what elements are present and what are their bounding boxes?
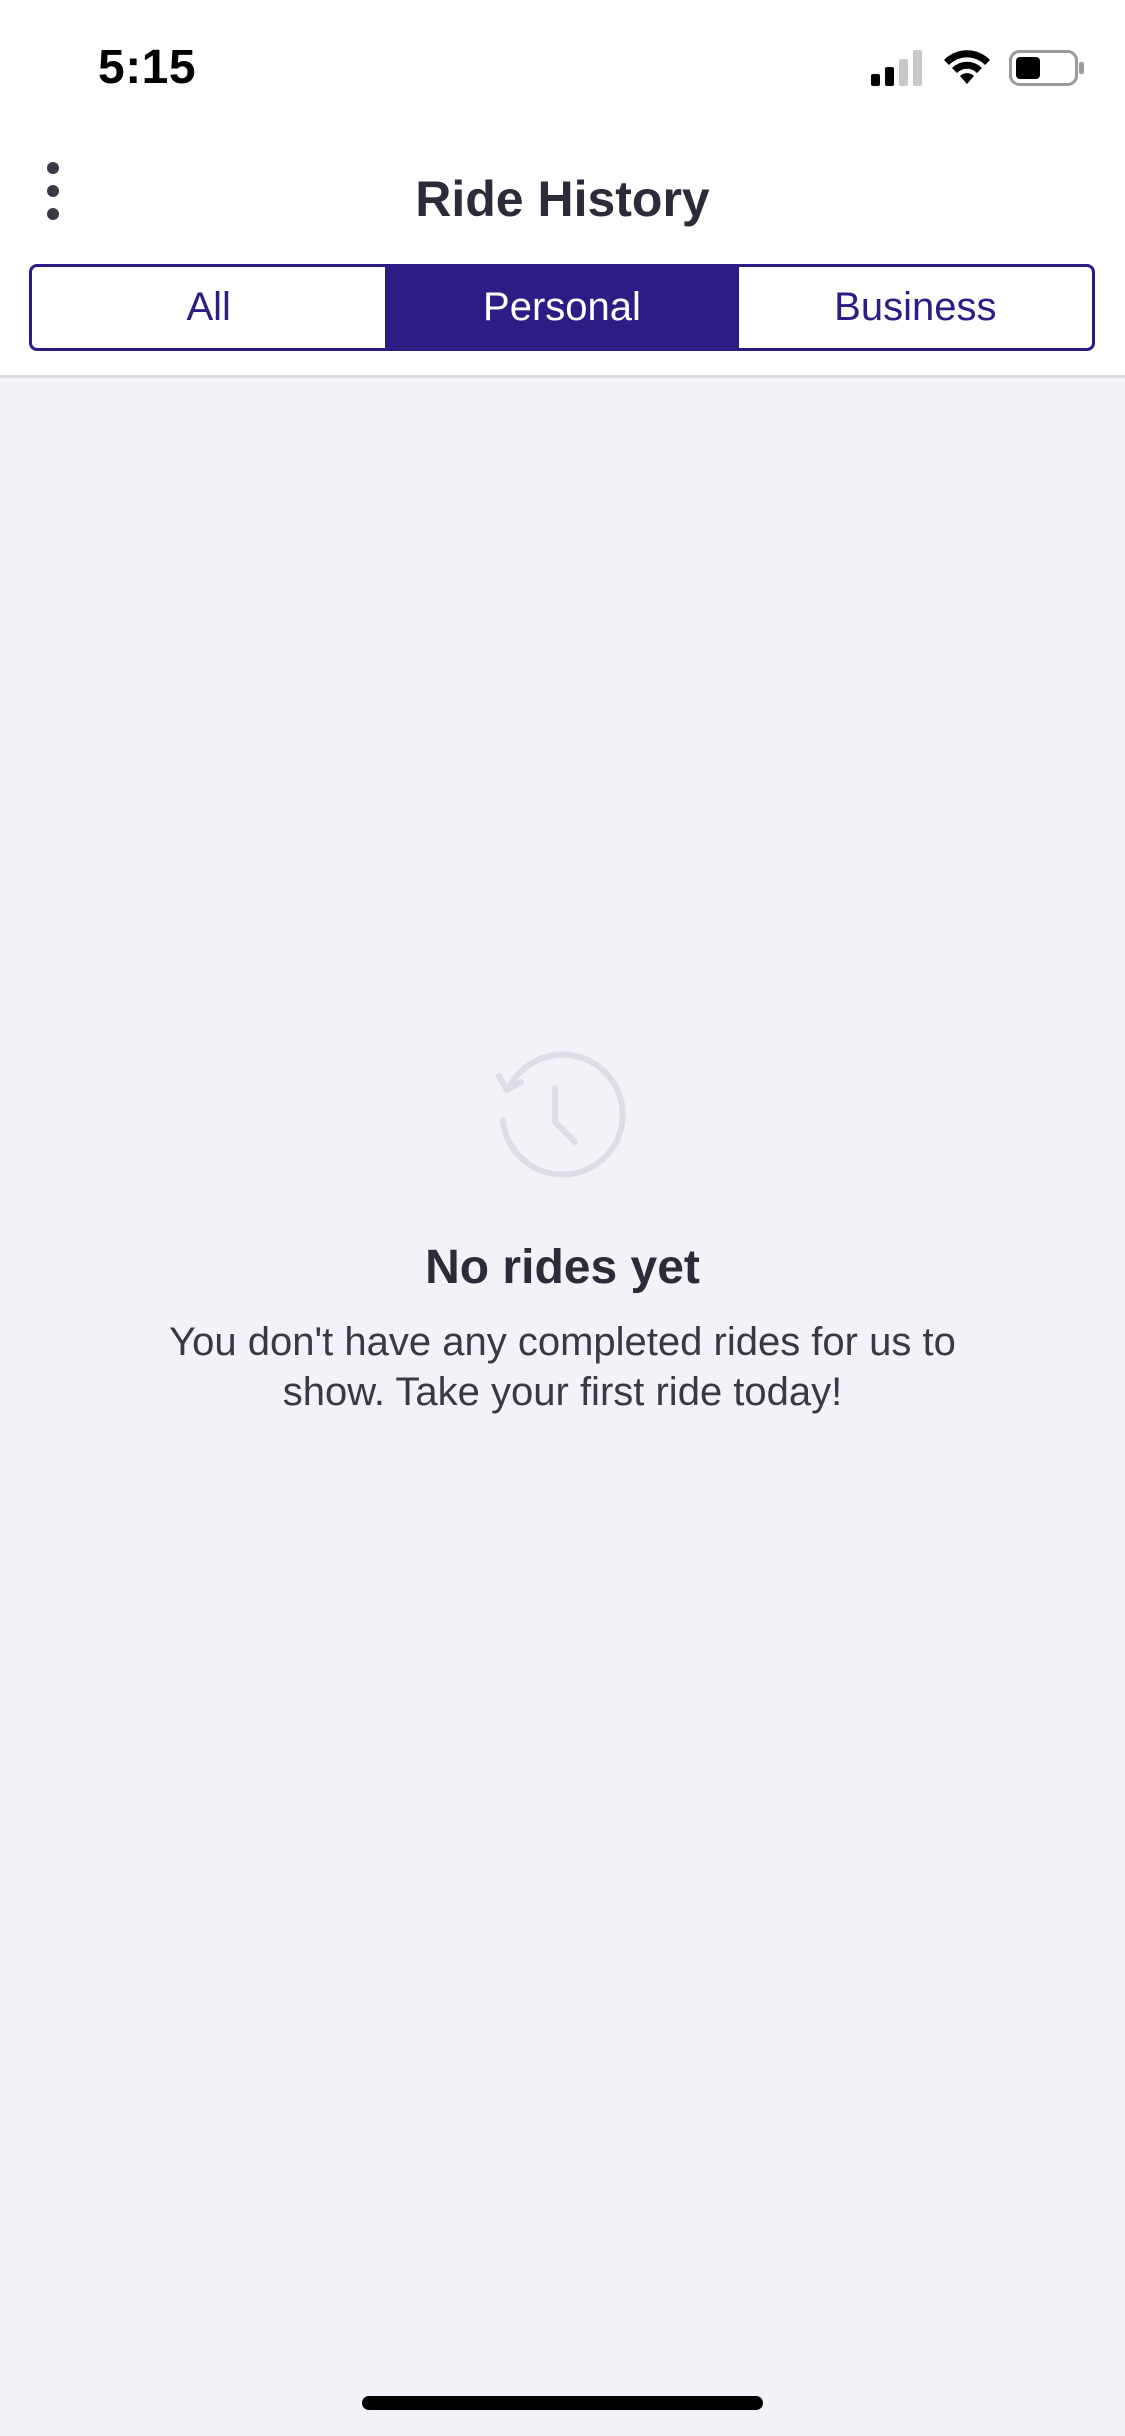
- ride-filter-tabs: All Personal Business: [29, 264, 1095, 351]
- tab-business[interactable]: Business: [739, 267, 1092, 348]
- empty-state-message: You don't have any completed rides for u…: [169, 1320, 956, 1414]
- wifi-icon: [944, 50, 990, 84]
- status-icons: [871, 48, 1085, 88]
- cellular-signal-icon: [871, 50, 922, 86]
- page-title: Ride History: [415, 171, 710, 227]
- status-time: 5:15: [98, 41, 197, 94]
- app-header: 5:15 Ride History All Personal Business: [0, 0, 1125, 378]
- home-indicator[interactable]: [362, 2396, 763, 2410]
- empty-state-title: No rides yet: [425, 1241, 700, 1294]
- tab-all[interactable]: All: [32, 267, 385, 348]
- empty-state: No rides yet You don't have any complete…: [0, 1050, 1125, 1417]
- battery-icon: [1009, 50, 1084, 86]
- history-icon: [495, 1051, 626, 1178]
- tab-personal[interactable]: Personal: [385, 267, 739, 348]
